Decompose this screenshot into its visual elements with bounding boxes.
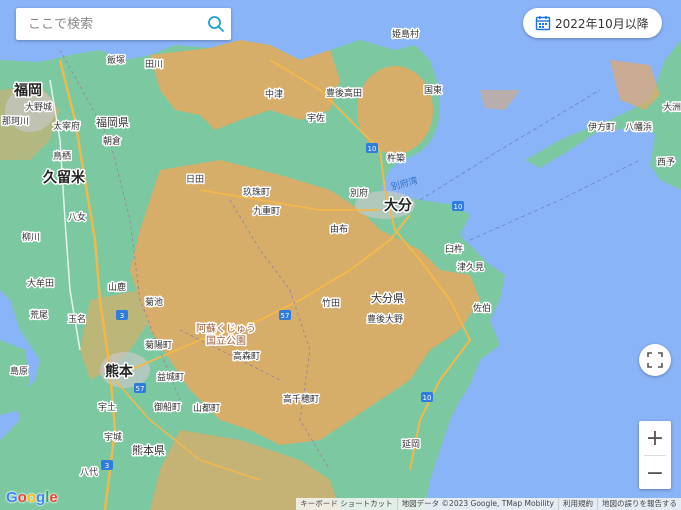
route-badge: 3 — [120, 312, 124, 320]
svg-text:別府: 別府 — [350, 187, 368, 199]
place-label: 福岡県 — [96, 115, 129, 129]
route-badge: 57 — [281, 312, 290, 320]
svg-text:竹田: 竹田 — [322, 297, 340, 309]
zoom-in-button[interactable]: + — [639, 421, 671, 455]
svg-text:佐伯: 佐伯 — [473, 302, 491, 314]
svg-text:朝倉: 朝倉 — [103, 135, 121, 147]
svg-text:大野城: 大野城 — [25, 101, 52, 113]
search-box[interactable] — [16, 8, 231, 40]
logo-letter: g — [36, 489, 46, 506]
keyboard-shortcuts-link[interactable]: キーボード ショートカット — [296, 498, 396, 510]
svg-text:中津: 中津 — [265, 88, 283, 100]
map-attribution: 地図データ ©2023 Google, TMap Mobility — [396, 498, 558, 510]
map-footer: キーボード ショートカット 地図データ ©2023 Google, TMap M… — [296, 498, 681, 510]
date-filter-button[interactable]: 2022年10月以降 — [523, 8, 662, 38]
svg-text:姫島村: 姫島村 — [392, 28, 419, 40]
svg-text:八代: 八代 — [80, 467, 98, 478]
svg-text:菊池: 菊池 — [145, 296, 163, 308]
route-badge: 10 — [368, 145, 377, 153]
svg-text:鳥栖: 鳥栖 — [53, 150, 71, 162]
logo-text: Google — [6, 489, 58, 506]
logo-letter: o — [26, 489, 37, 506]
svg-text:玖珠町: 玖珠町 — [243, 186, 270, 198]
svg-text:八女: 八女 — [68, 211, 86, 223]
route-badge: 10 — [423, 394, 432, 402]
route-badge: 57 — [136, 385, 145, 393]
svg-text:島原: 島原 — [10, 365, 28, 377]
svg-text:荒尾: 荒尾 — [30, 310, 48, 321]
svg-text:伊方町: 伊方町 — [588, 121, 615, 133]
place-label: 福岡 — [13, 82, 42, 99]
svg-text:西予: 西予 — [657, 157, 675, 168]
svg-text:山鹿: 山鹿 — [108, 281, 126, 293]
svg-text:大牟田: 大牟田 — [27, 277, 54, 289]
svg-text:山都町: 山都町 — [193, 403, 220, 414]
logo-letter: G — [6, 489, 18, 506]
svg-text:九重町: 九重町 — [253, 205, 280, 217]
svg-text:高森町: 高森町 — [233, 350, 260, 362]
search-icon[interactable] — [200, 8, 231, 40]
fullscreen-icon — [647, 352, 663, 368]
svg-text:日田: 日田 — [186, 174, 204, 185]
svg-text:由布: 由布 — [330, 223, 348, 235]
svg-text:豊後高田: 豊後高田 — [326, 87, 362, 99]
route-badge: 3 — [105, 462, 109, 470]
google-logo: Google — [6, 489, 58, 506]
svg-text:玉名: 玉名 — [68, 313, 86, 325]
place-label: 熊本県 — [132, 443, 165, 457]
logo-letter: o — [17, 489, 27, 506]
fullscreen-button[interactable] — [639, 344, 671, 376]
svg-text:御船町: 御船町 — [154, 401, 181, 413]
route-badge: 10 — [454, 203, 463, 211]
place-label: 熊本 — [105, 363, 134, 380]
svg-text:大洲: 大洲 — [663, 101, 681, 113]
svg-text:那珂川: 那珂川 — [2, 116, 29, 127]
svg-text:宇佐: 宇佐 — [307, 112, 325, 124]
search-input[interactable] — [26, 15, 200, 33]
svg-text:田川: 田川 — [145, 59, 163, 70]
map-canvas[interactable]: 3 10 57 10 10 57 3 別府湾 福岡 久留米 大分 熊本 福岡県 … — [0, 0, 681, 510]
svg-text:益城町: 益城町 — [157, 371, 184, 383]
place-label: 久留米 — [42, 169, 86, 186]
date-filter-label: 2022年10月以降 — [555, 16, 649, 31]
svg-text:宇土: 宇土 — [98, 401, 116, 413]
svg-text:高千穂町: 高千穂町 — [283, 393, 319, 405]
svg-text:宇城: 宇城 — [104, 431, 122, 443]
svg-text:豊後大野: 豊後大野 — [367, 313, 403, 325]
calendar-icon — [535, 15, 551, 31]
place-label: 大分 — [384, 197, 412, 214]
svg-text:国東: 国東 — [424, 84, 442, 96]
svg-text:杵築: 杵築 — [387, 152, 405, 164]
svg-text:菊陽町: 菊陽町 — [145, 340, 172, 351]
svg-text:延岡: 延岡 — [402, 438, 420, 450]
svg-text:太宰府: 太宰府 — [53, 120, 80, 132]
svg-text:八幡浜: 八幡浜 — [625, 121, 652, 133]
report-error-link[interactable]: 地図の誤りを報告する — [597, 498, 681, 510]
zoom-controls: + − — [639, 421, 671, 489]
svg-text:津久見: 津久見 — [457, 261, 484, 273]
svg-text:柳川: 柳川 — [22, 231, 40, 243]
svg-text:飯塚: 飯塚 — [107, 54, 125, 66]
terms-link[interactable]: 利用規約 — [558, 498, 597, 510]
svg-text:阿蘇くじゅう: 阿蘇くじゅう — [196, 322, 256, 335]
place-label: 大分県 — [371, 291, 404, 305]
zoom-out-button[interactable]: − — [639, 456, 671, 490]
logo-letter: e — [49, 489, 58, 506]
svg-text:国立公園: 国立公園 — [206, 334, 246, 347]
svg-text:臼杵: 臼杵 — [445, 243, 463, 255]
